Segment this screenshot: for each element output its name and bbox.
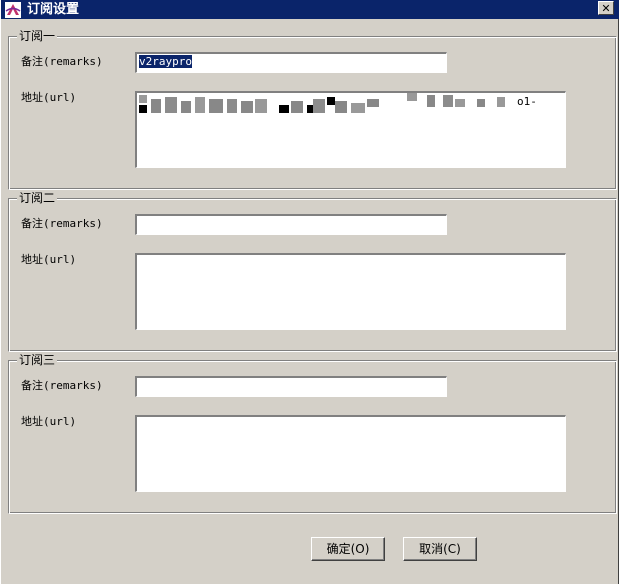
url-textarea-1[interactable]: o1- (135, 91, 566, 168)
close-icon[interactable]: ✕ (598, 1, 614, 15)
title-bar[interactable]: 订阅设置 ✕ (1, 0, 619, 19)
url-textarea-3[interactable] (135, 415, 566, 492)
remarks-input-3[interactable] (135, 376, 447, 397)
cancel-button[interactable]: 取消(C) (403, 537, 477, 561)
remarks-input-1[interactable]: v2raypro (135, 52, 447, 73)
subscription-group-3: 订阅三 备注(remarks) 地址(url) (8, 353, 617, 514)
group-title: 订阅二 (17, 191, 58, 205)
url-textarea-2[interactable] (135, 253, 566, 330)
window-title: 订阅设置 (27, 2, 80, 17)
redacted-url-text (139, 93, 505, 113)
group-title: 订阅一 (17, 29, 58, 43)
remarks-value: v2raypro (139, 55, 192, 68)
group-title: 订阅三 (17, 353, 58, 367)
subscription-group-1: 订阅一 备注(remarks) v2raypro 地址(url) o1- (8, 29, 617, 190)
url-label: 地址(url) (21, 91, 77, 104)
url-label: 地址(url) (21, 415, 77, 428)
subscription-group-2: 订阅二 备注(remarks) 地址(url) (8, 191, 617, 352)
url-visible-tail: o1- (517, 95, 537, 108)
remarks-input-2[interactable] (135, 214, 447, 235)
url-label: 地址(url) (21, 253, 77, 266)
ok-button[interactable]: 确定(O) (311, 537, 385, 561)
remarks-label: 备注(remarks) (21, 55, 103, 68)
v2ray-logo-icon (5, 2, 21, 18)
remarks-label: 备注(remarks) (21, 217, 103, 230)
remarks-label: 备注(remarks) (21, 379, 103, 392)
subscription-settings-dialog: 订阅设置 ✕ 订阅一 备注(remarks) v2raypro 地址(url) (0, 0, 619, 584)
